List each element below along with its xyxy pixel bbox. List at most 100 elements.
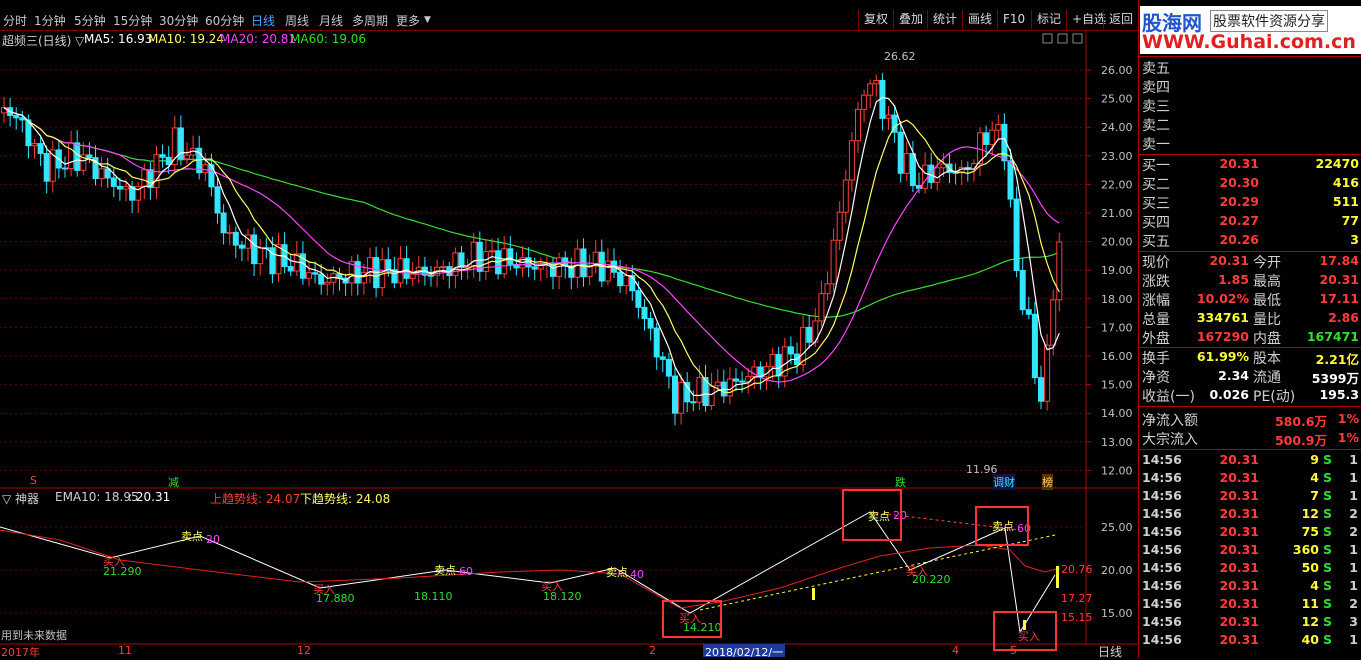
tick-time: 14:56 bbox=[1142, 524, 1182, 539]
candle-body bbox=[1007, 160, 1014, 200]
candle-body bbox=[141, 169, 148, 187]
candle-body bbox=[367, 257, 373, 273]
quote-value: 61.99% bbox=[1196, 349, 1249, 364]
candle-body bbox=[110, 177, 117, 187]
sell-value-1: 20 bbox=[206, 533, 220, 546]
candle-body bbox=[714, 381, 721, 387]
candle-body bbox=[74, 142, 81, 171]
quote-label: 外盘 bbox=[1142, 331, 1170, 347]
tick-volume: 360 bbox=[1292, 542, 1319, 557]
tick-price: 20.31 bbox=[1219, 542, 1259, 557]
candle-body bbox=[312, 272, 319, 275]
sell-level-label: 卖二 bbox=[1142, 118, 1170, 134]
date-label-nov: 11 bbox=[118, 644, 132, 657]
tick-count: 3 bbox=[1349, 614, 1358, 629]
candle-body bbox=[116, 185, 123, 190]
tick-time: 14:56 bbox=[1142, 614, 1182, 629]
buy-level-label: 买三 bbox=[1142, 196, 1170, 212]
candle-body bbox=[806, 326, 813, 343]
date-label-year: 2017年 bbox=[1, 646, 40, 659]
candle-body bbox=[184, 154, 190, 160]
quote-value: 10.02% bbox=[1196, 291, 1249, 306]
candle-body bbox=[318, 273, 325, 285]
candle-body bbox=[928, 164, 935, 183]
candle-body bbox=[995, 123, 1002, 131]
separator bbox=[1139, 406, 1361, 407]
buy-level-price[interactable]: 20.31 bbox=[1199, 156, 1259, 171]
flow-percent: 1% bbox=[1337, 411, 1359, 426]
sell-value-2: 60 bbox=[459, 565, 473, 578]
sell-level-label: 卖三 bbox=[1142, 99, 1170, 115]
candle-body bbox=[531, 266, 538, 270]
separator bbox=[1139, 154, 1361, 155]
tick-count: 1 bbox=[1349, 452, 1358, 467]
quote-label: PE(动) bbox=[1253, 389, 1296, 405]
up-trend-readout: 上趋势线: 24.07 bbox=[210, 492, 301, 506]
price-axis-label: 22.00 bbox=[1101, 178, 1133, 191]
buy-level-price[interactable]: 20.27 bbox=[1199, 213, 1259, 228]
tick-volume: 11 bbox=[1301, 596, 1319, 611]
annotation-box-3 bbox=[975, 506, 1029, 546]
separator bbox=[1139, 251, 1361, 252]
kline-chart[interactable]: 26.00 25.00 24.00 23.00 22.00 21.00 20.00 19.00… bbox=[0, 0, 1138, 657]
buy-level-price[interactable]: 20.30 bbox=[1199, 175, 1259, 190]
buy-level-volume: 3 bbox=[1350, 232, 1359, 247]
flow-value: 580.6万 bbox=[1274, 414, 1327, 429]
candle-body bbox=[696, 377, 703, 403]
sell-value-3: 40 bbox=[630, 568, 644, 581]
tick-side: S bbox=[1323, 524, 1333, 539]
tick-count: 1 bbox=[1349, 578, 1358, 593]
up-trend-line bbox=[699, 534, 1056, 611]
period-label[interactable]: 日线 bbox=[1098, 643, 1122, 660]
tick-price: 20.31 bbox=[1219, 524, 1259, 539]
candle-body bbox=[617, 271, 624, 287]
window-controls[interactable] bbox=[1042, 33, 1083, 44]
tick-price: 20.31 bbox=[1219, 560, 1259, 575]
buy-level-price[interactable]: 20.29 bbox=[1199, 194, 1259, 209]
candle-body bbox=[934, 167, 941, 183]
quote-label: 总量 bbox=[1142, 312, 1170, 328]
quote-value: 20.31 bbox=[1209, 253, 1249, 268]
quote-value: 17.11 bbox=[1319, 291, 1359, 306]
candle-body bbox=[867, 83, 874, 96]
candle-body bbox=[507, 248, 514, 265]
quote-label: 最低 bbox=[1253, 293, 1281, 309]
tick-side: S bbox=[1323, 506, 1333, 521]
right-value-1: 20.76 bbox=[1061, 563, 1093, 576]
buy-level-price[interactable]: 20.26 bbox=[1199, 232, 1259, 247]
quote-label: 量比 bbox=[1253, 312, 1281, 328]
candle-body bbox=[86, 154, 93, 159]
buy-level-volume: 416 bbox=[1332, 175, 1359, 190]
event-marker-jiecai[interactable]: 调财 bbox=[993, 474, 1015, 490]
ema10-line bbox=[0, 529, 1061, 609]
sell-level-label: 卖四 bbox=[1142, 80, 1170, 96]
candle-body bbox=[1013, 198, 1020, 272]
event-marker-bang[interactable]: 榜 bbox=[1042, 474, 1053, 490]
quote-value: 0.026 bbox=[1209, 387, 1249, 402]
candle-body bbox=[641, 306, 648, 320]
indicator-title[interactable]: ▽ 神器 bbox=[2, 490, 39, 507]
event-marker-jian[interactable]: 减 bbox=[168, 474, 179, 490]
candle-body bbox=[257, 247, 264, 265]
separator bbox=[1139, 449, 1361, 450]
candle-body bbox=[275, 244, 282, 275]
candle-body bbox=[836, 211, 843, 241]
candle-body bbox=[68, 142, 75, 170]
candle-body bbox=[873, 79, 880, 85]
tick-volume: 4 bbox=[1310, 470, 1319, 485]
tick-time: 14:56 bbox=[1142, 488, 1182, 503]
high-price-label: 26.62 bbox=[884, 50, 916, 63]
candle-body bbox=[989, 129, 996, 145]
candle-body bbox=[428, 274, 434, 277]
event-marker-die[interactable]: 跌 bbox=[895, 474, 906, 490]
candle-body bbox=[238, 244, 245, 249]
candle-body bbox=[733, 378, 739, 382]
candle-body bbox=[842, 179, 849, 213]
tick-time: 14:56 bbox=[1142, 470, 1182, 485]
price-axis-label: 14.00 bbox=[1101, 407, 1133, 420]
date-label-dec: 12 bbox=[297, 644, 311, 657]
tick-price: 20.31 bbox=[1219, 632, 1259, 647]
tick-time: 14:56 bbox=[1142, 506, 1182, 521]
separator bbox=[1139, 347, 1361, 348]
event-marker-s[interactable]: S bbox=[30, 474, 37, 487]
